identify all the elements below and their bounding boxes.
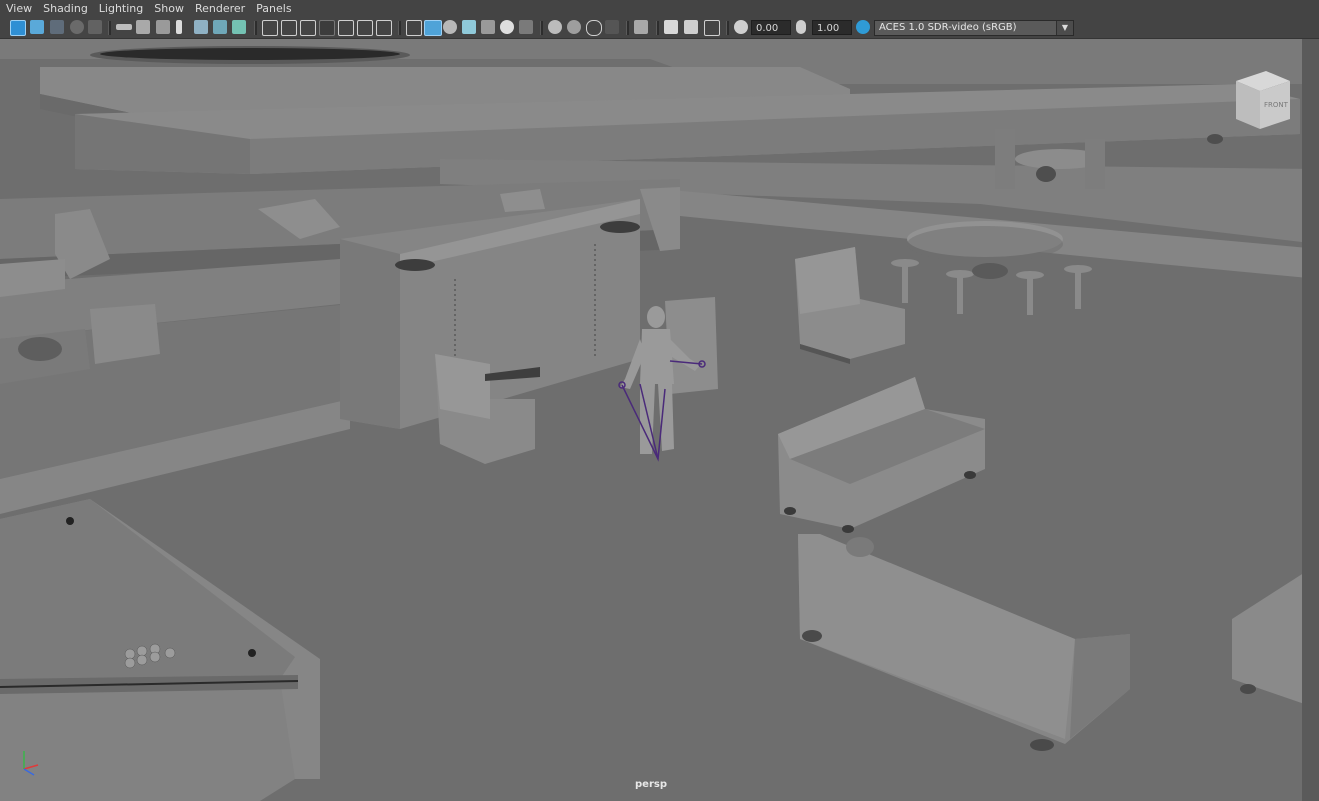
- chevron-down-icon: ▼: [1056, 21, 1073, 35]
- field-chart-icon[interactable]: [338, 20, 354, 36]
- xray-joints-icon[interactable]: [664, 20, 678, 34]
- menu-view[interactable]: View: [0, 0, 37, 18]
- motion-blur-icon[interactable]: [567, 20, 581, 34]
- 2d-pan-zoom-icon[interactable]: [88, 20, 102, 34]
- viewport-right-border: [1302, 39, 1319, 801]
- panel-menu-bar: View Shading Lighting Show Renderer Pane…: [0, 0, 1319, 18]
- menu-show[interactable]: Show: [148, 0, 189, 18]
- isolate-select-icon[interactable]: [634, 20, 648, 34]
- camera-lock-icon[interactable]: [136, 20, 150, 34]
- safe-action-icon[interactable]: [357, 20, 373, 36]
- panel-toolbar: 0.00 1.00 ACES 1.0 SDR-video (sRGB) ▼: [0, 18, 1319, 39]
- move-camera-icon[interactable]: [194, 20, 208, 34]
- bookmark-icon[interactable]: [176, 20, 182, 34]
- xray-active-icon[interactable]: [684, 20, 698, 34]
- shadows-icon[interactable]: [519, 20, 533, 34]
- menu-panels[interactable]: Panels: [250, 0, 296, 18]
- viewcube-face-label: FRONT: [1264, 101, 1289, 109]
- exposure-field[interactable]: 0.00: [751, 20, 791, 35]
- wireframe-on-shaded-icon[interactable]: [462, 20, 476, 34]
- grid-icon[interactable]: [262, 20, 278, 36]
- menu-lighting[interactable]: Lighting: [93, 0, 148, 18]
- view-cube[interactable]: FRONT: [1228, 69, 1294, 135]
- wireframe-icon[interactable]: [406, 20, 422, 36]
- menu-shading[interactable]: Shading: [37, 0, 93, 18]
- maya-viewport-panel: View Shading Lighting Show Renderer Pane…: [0, 0, 1319, 801]
- screen-space-ao-icon[interactable]: [548, 20, 562, 34]
- gamma-icon[interactable]: [796, 20, 806, 34]
- anti-aliasing-icon[interactable]: [586, 20, 602, 36]
- color-space-dropdown[interactable]: ACES 1.0 SDR-video (sRGB) ▼: [874, 20, 1074, 36]
- camera-icon[interactable]: [116, 24, 132, 30]
- xray-icon[interactable]: [481, 20, 495, 34]
- smooth-shade-icon[interactable]: [424, 20, 442, 36]
- gamma-field[interactable]: 1.00: [812, 20, 852, 35]
- grease-pencil-icon[interactable]: [232, 20, 246, 34]
- color-management-icon[interactable]: [856, 20, 870, 34]
- bookmarks-icon[interactable]: [50, 20, 64, 34]
- scene-render: [0, 39, 1319, 801]
- camera-attributes-icon[interactable]: [30, 20, 44, 34]
- camera-name-label: persp: [635, 779, 667, 790]
- camera-select-icon[interactable]: [156, 20, 170, 34]
- menu-renderer[interactable]: Renderer: [189, 0, 250, 18]
- color-space-value: ACES 1.0 SDR-video (sRGB): [879, 22, 1017, 33]
- image-plane-icon[interactable]: [70, 20, 84, 34]
- axis-gizmo-icon: [23, 751, 39, 776]
- depth-of-field-icon[interactable]: [605, 20, 619, 34]
- select-camera-icon[interactable]: [10, 20, 26, 36]
- default-material-icon[interactable]: [443, 20, 457, 34]
- use-lights-icon[interactable]: [500, 20, 514, 34]
- resolution-gate-icon[interactable]: [300, 20, 316, 36]
- backface-culling-icon[interactable]: [704, 20, 720, 36]
- track-icon[interactable]: [213, 20, 227, 34]
- film-gate-icon[interactable]: [281, 20, 297, 36]
- 3d-viewport[interactable]: FRONT persp: [0, 39, 1319, 801]
- exposure-icon[interactable]: [734, 20, 748, 34]
- safe-title-icon[interactable]: [376, 20, 392, 36]
- gate-mask-icon[interactable]: [319, 20, 335, 36]
